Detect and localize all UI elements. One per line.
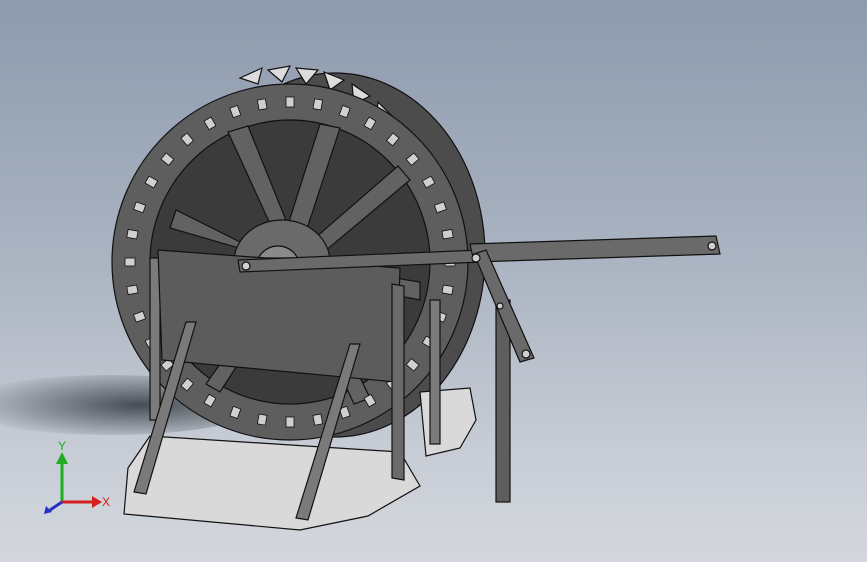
rim-slot (285, 96, 295, 108)
rim-slot (126, 284, 139, 296)
pivot-hole-2 (471, 253, 481, 263)
main-base-plate (123, 435, 421, 531)
upright-front-right (391, 283, 405, 481)
pivot-hole-5 (496, 302, 504, 310)
rim-slot (441, 284, 454, 296)
rim-slot (285, 416, 295, 428)
coordinate-triad: Y X (44, 440, 110, 514)
rim-slot (126, 228, 139, 240)
pivot-hole-3 (707, 241, 717, 251)
graphics-viewport[interactable]: Y X (0, 0, 867, 562)
rim-slot (256, 98, 268, 111)
rim-slot (124, 257, 136, 267)
y-axis-label: Y (58, 440, 66, 453)
rim-slot (312, 98, 324, 111)
y-axis-arrowhead (56, 452, 68, 464)
link-bar-long (469, 235, 721, 263)
x-axis-label: X (102, 495, 110, 509)
rim-slot (312, 413, 324, 426)
rear-base-plate (419, 387, 477, 457)
rim-slot (441, 228, 454, 240)
pivot-hole-4 (521, 349, 531, 359)
x-axis-arrowhead (92, 496, 102, 508)
upright-back-left (149, 257, 161, 421)
pivot-hole-1 (241, 261, 251, 271)
rim-slot (256, 413, 268, 426)
z-axis-arrow (49, 500, 63, 512)
upright-back-right (429, 299, 441, 445)
model-scene[interactable] (0, 0, 867, 562)
